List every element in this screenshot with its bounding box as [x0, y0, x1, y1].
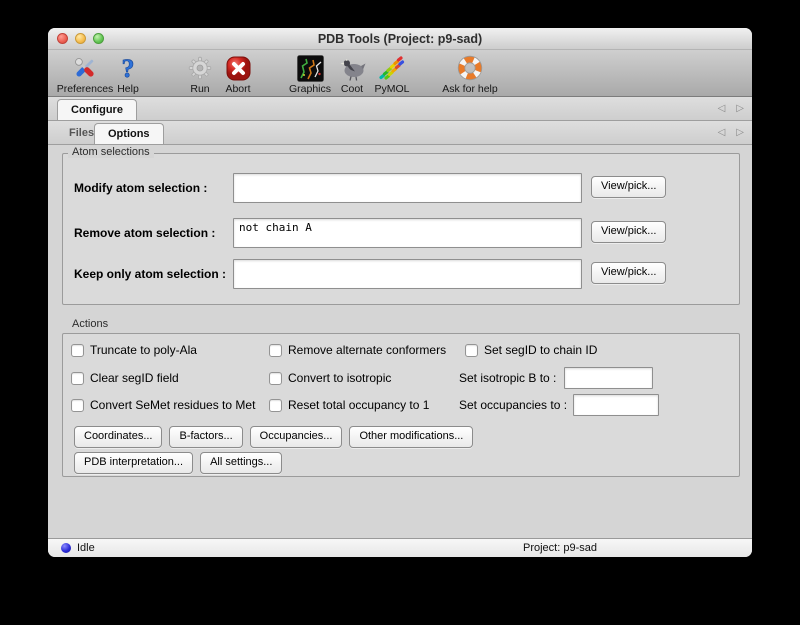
checkbox-icon[interactable]	[269, 344, 282, 357]
other-modifications-button[interactable]: Other modifications...	[349, 426, 473, 448]
pymol-helix-icon	[377, 53, 407, 83]
keep-only-selection-label: Keep only atom selection :	[74, 259, 226, 289]
project-label: Project: p9-sad	[523, 539, 597, 557]
tab-scroll-right-icon[interactable]	[736, 104, 744, 114]
all-settings-button[interactable]: All settings...	[200, 452, 282, 474]
tabbar-configure: Configure	[48, 97, 752, 121]
tab-scroll-controls	[718, 121, 744, 145]
window-title: PDB Tools (Project: p9-sad)	[48, 28, 752, 50]
set-occupancies-label: Set occupancies to :	[459, 394, 567, 416]
toolbar-label: Run	[190, 83, 209, 95]
remove-selection-label: Remove atom selection :	[74, 218, 215, 248]
atom-selections-group-label: Atom selections	[68, 146, 154, 158]
app-window: PDB Tools (Project: p9-sad) Preferenc	[48, 28, 752, 557]
toolbar-button-abort[interactable]: Abort	[216, 52, 260, 95]
checkbox-convert-semet-to-met[interactable]: Convert SeMet residues to Met	[71, 397, 255, 413]
set-isotropic-b-input[interactable]	[564, 367, 653, 389]
tab-scroll-left-icon[interactable]	[718, 104, 726, 114]
checkbox-set-segid-to-chain-id[interactable]: Set segID to chain ID	[465, 342, 597, 358]
toolbar-button-help[interactable]: ? Help	[110, 52, 146, 95]
checkbox-remove-alternate-conformers[interactable]: Remove alternate conformers	[269, 342, 446, 358]
checkbox-reset-total-occupancy[interactable]: Reset total occupancy to 1	[269, 397, 429, 413]
checkbox-icon[interactable]	[465, 344, 478, 357]
actions-group-label: Actions	[68, 318, 112, 330]
toolbar-button-graphics[interactable]: Graphics	[282, 52, 338, 95]
toolbar-label: PyMOL	[374, 83, 409, 95]
remove-selection-input[interactable]: not chain A	[233, 218, 582, 248]
keep-only-viewpick-button[interactable]: View/pick...	[591, 262, 666, 284]
modify-selection-row: Modify atom selection : View/pick...	[63, 173, 739, 203]
checkbox-icon[interactable]	[269, 372, 282, 385]
tab-scroll-controls	[718, 97, 744, 121]
coot-bird-icon	[337, 53, 367, 83]
actions-button-row-2: PDB interpretation... All settings...	[74, 452, 282, 474]
life-ring-icon	[456, 53, 484, 83]
remove-viewpick-button[interactable]: View/pick...	[591, 221, 666, 243]
checkbox-icon[interactable]	[71, 344, 84, 357]
toolbar: Preferences ? Help	[48, 50, 752, 97]
toolbar-button-ask-for-help[interactable]: Ask for help	[430, 52, 510, 95]
tab-scroll-left-icon[interactable]	[718, 128, 726, 138]
set-occupancies-input[interactable]	[573, 394, 659, 416]
modify-viewpick-button[interactable]: View/pick...	[591, 176, 666, 198]
toolbar-label: Abort	[225, 83, 250, 95]
status-text: Idle	[77, 539, 95, 557]
toolbar-label: Coot	[341, 83, 363, 95]
toolbar-button-pymol[interactable]: PyMOL	[369, 52, 415, 95]
checkbox-icon[interactable]	[71, 372, 84, 385]
checkbox-icon[interactable]	[269, 399, 282, 412]
graphics-icon	[297, 53, 324, 83]
toolbar-button-preferences[interactable]: Preferences	[53, 52, 117, 95]
svg-text:?: ?	[122, 54, 135, 82]
modify-selection-label: Modify atom selection :	[74, 173, 207, 203]
preferences-icon	[71, 53, 99, 83]
occupancies-button[interactable]: Occupancies...	[250, 426, 343, 448]
actions-group: Truncate to poly-Ala Remove alternate co…	[62, 333, 740, 477]
toolbar-label: Graphics	[289, 83, 331, 95]
coordinates-button[interactable]: Coordinates...	[74, 426, 162, 448]
titlebar: PDB Tools (Project: p9-sad)	[48, 28, 752, 50]
remove-selection-row: Remove atom selection : not chain A View…	[63, 218, 739, 248]
checkbox-icon[interactable]	[71, 399, 84, 412]
status-indicator-icon	[61, 543, 71, 553]
toolbar-button-run[interactable]: Run	[180, 52, 220, 95]
toolbar-label: Ask for help	[442, 83, 497, 95]
toolbar-label: Preferences	[57, 83, 114, 95]
statusbar: Idle Project: p9-sad	[48, 538, 752, 557]
atom-selections-group: Modify atom selection : View/pick... Rem…	[62, 153, 740, 305]
tabbar-files-options: Files Options	[48, 121, 752, 145]
keep-only-selection-input[interactable]	[233, 259, 582, 289]
pdb-interpretation-button[interactable]: PDB interpretation...	[74, 452, 193, 474]
checkbox-truncate-poly-ala[interactable]: Truncate to poly-Ala	[71, 342, 197, 358]
modify-selection-input[interactable]	[233, 173, 582, 203]
keep-only-selection-row: Keep only atom selection : View/pick...	[63, 259, 739, 289]
tab-options[interactable]: Options	[94, 123, 164, 144]
toolbar-label: Help	[117, 83, 139, 95]
options-panel: Atom selections Modify atom selection : …	[48, 145, 752, 538]
abort-icon	[225, 53, 252, 83]
checkbox-clear-segid-field[interactable]: Clear segID field	[71, 370, 179, 386]
checkbox-convert-to-isotropic[interactable]: Convert to isotropic	[269, 370, 391, 386]
set-isotropic-b-label: Set isotropic B to :	[459, 367, 556, 389]
run-gear-icon	[186, 53, 214, 83]
tab-configure[interactable]: Configure	[57, 99, 137, 120]
toolbar-button-coot[interactable]: Coot	[334, 52, 370, 95]
actions-button-row-1: Coordinates... B-factors... Occupancies.…	[74, 426, 473, 448]
tab-scroll-right-icon[interactable]	[736, 128, 744, 138]
help-icon: ?	[115, 53, 141, 83]
b-factors-button[interactable]: B-factors...	[169, 426, 242, 448]
